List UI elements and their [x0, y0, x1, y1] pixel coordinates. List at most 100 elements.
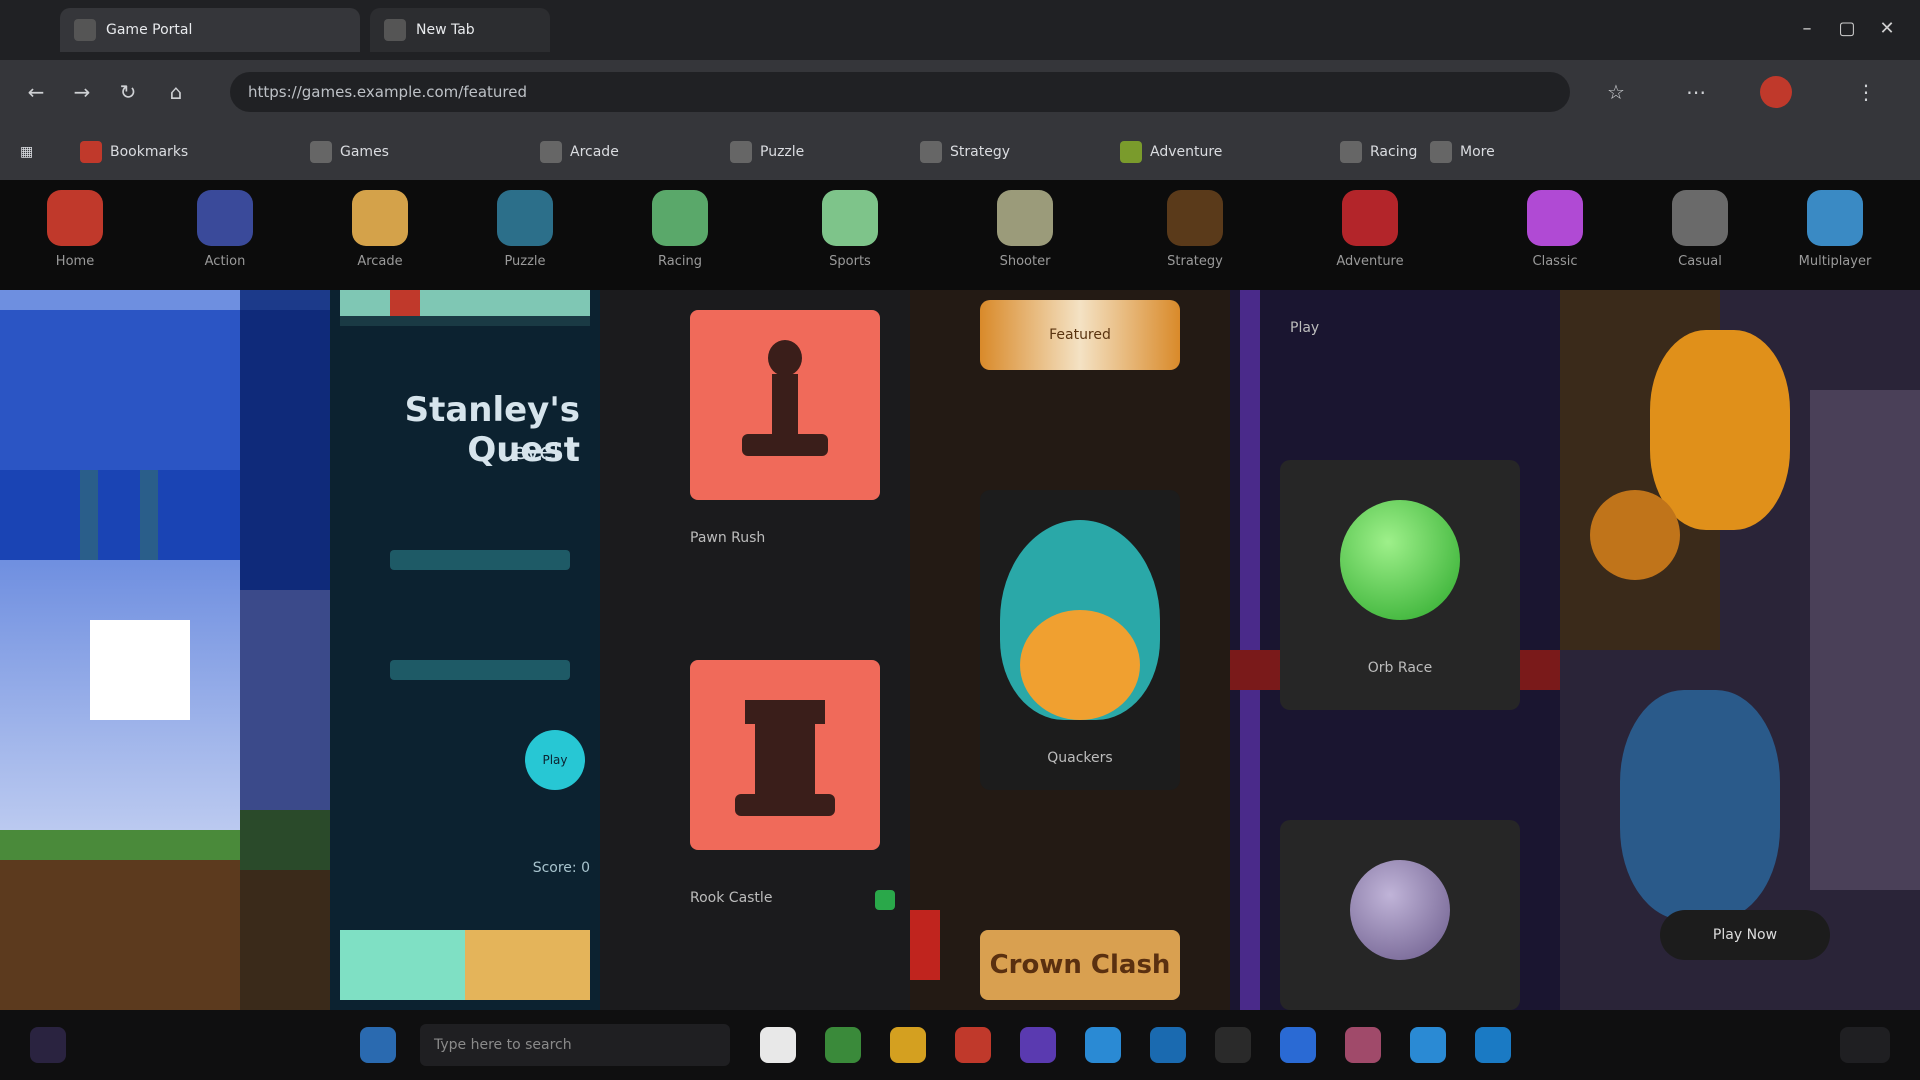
- tab-new[interactable]: New Tab: [370, 8, 550, 52]
- category-icon: [997, 190, 1053, 246]
- pawn-card[interactable]: [690, 310, 880, 500]
- bird-card[interactable]: Quackers: [980, 490, 1180, 790]
- apps-icon[interactable]: ▦: [20, 136, 33, 168]
- app-icon[interactable]: [1150, 1027, 1186, 1063]
- tab-favicon-icon: [74, 19, 96, 41]
- bookmarks-bar: ▦ Bookmarks Games Arcade Puzzle Strategy…: [0, 124, 1920, 181]
- app-icon[interactable]: [1085, 1027, 1121, 1063]
- bookmark-item[interactable]: Games: [310, 136, 389, 168]
- profile-avatar[interactable]: [1760, 76, 1792, 108]
- bookmark-item[interactable]: Puzzle: [730, 136, 804, 168]
- pawn-icon: [768, 340, 802, 376]
- app-icon[interactable]: [1345, 1027, 1381, 1063]
- home-icon[interactable]: ⌂: [160, 76, 192, 108]
- green-orb-icon: [1340, 500, 1460, 620]
- category-item[interactable]: Racing: [625, 190, 735, 269]
- reload-icon[interactable]: ↻: [112, 76, 144, 108]
- bookmark-favicon-icon: [1120, 141, 1142, 163]
- cloud-block: [90, 620, 190, 720]
- category-item[interactable]: Puzzle: [470, 190, 580, 269]
- extensions-icon[interactable]: ⋯: [1680, 76, 1712, 108]
- category-item[interactable]: Sports: [795, 190, 905, 269]
- bookmark-favicon-icon: [540, 141, 562, 163]
- forward-icon[interactable]: →: [66, 76, 98, 108]
- bookmark-item[interactable]: Adventure: [1120, 136, 1222, 168]
- bookmark-item[interactable]: Arcade: [540, 136, 619, 168]
- featured-banner: Featured: [980, 300, 1180, 370]
- app-icon[interactable]: [825, 1027, 861, 1063]
- category-item[interactable]: Classic: [1500, 190, 1610, 269]
- app-icon[interactable]: [760, 1027, 796, 1063]
- platformer-game-panel[interactable]: [0, 290, 240, 1010]
- app-icon[interactable]: [1215, 1027, 1251, 1063]
- app-icon[interactable]: [1410, 1027, 1446, 1063]
- orb-card[interactable]: Orb Race: [1280, 460, 1520, 710]
- category-item[interactable]: Adventure: [1315, 190, 1425, 269]
- character-portrait: [1620, 690, 1780, 920]
- app-icon[interactable]: [1475, 1027, 1511, 1063]
- category-item[interactable]: Shooter: [970, 190, 1080, 269]
- app-icon[interactable]: [360, 1027, 396, 1063]
- start-icon[interactable]: [30, 1027, 66, 1063]
- bird-label: Quackers: [1047, 750, 1113, 766]
- taskbar: Type here to search: [0, 1010, 1920, 1080]
- maximize-icon[interactable]: ▢: [1830, 14, 1864, 44]
- close-icon[interactable]: ✕: [1870, 14, 1904, 44]
- category-icon: [1527, 190, 1583, 246]
- bookmark-favicon-icon: [1430, 141, 1452, 163]
- chess-game-panel[interactable]: Pawn Rush Rook Castle: [600, 290, 910, 1010]
- orb-game-panel[interactable]: Play Orb Race: [1230, 290, 1560, 1010]
- orb-play-label[interactable]: Play: [1290, 320, 1490, 336]
- rook-label: Rook Castle: [690, 890, 773, 906]
- notification-icon[interactable]: [1840, 1027, 1890, 1063]
- category-item[interactable]: Home: [20, 190, 130, 269]
- puzzle-game-panel[interactable]: Stanley's Quest Level 1 Play Score: 0: [330, 290, 600, 1010]
- star-icon[interactable]: ☆: [1600, 76, 1632, 108]
- category-icon: [352, 190, 408, 246]
- game-category-bar: Home Action Arcade Puzzle Racing Sports …: [0, 180, 1920, 290]
- app-icon[interactable]: [1280, 1027, 1316, 1063]
- minimize-icon[interactable]: –: [1790, 14, 1824, 44]
- category-item[interactable]: Arcade: [325, 190, 435, 269]
- tab-active[interactable]: Game Portal: [60, 8, 360, 52]
- app-icon[interactable]: [1020, 1027, 1056, 1063]
- bookmark-item[interactable]: Bookmarks: [80, 136, 188, 168]
- character-portrait: [1650, 330, 1790, 530]
- play-now-button[interactable]: Play Now: [1660, 910, 1830, 960]
- bird-game-panel[interactable]: Featured Quackers Crown Clash: [910, 290, 1230, 1010]
- bookmark-item[interactable]: Strategy: [920, 136, 1010, 168]
- bookmark-favicon-icon: [1340, 141, 1362, 163]
- category-icon: [1672, 190, 1728, 246]
- browser-toolbar: ← → ↻ ⌂ https://games.example.com/featur…: [0, 60, 1920, 124]
- bookmark-item[interactable]: Racing: [1340, 136, 1417, 168]
- category-item[interactable]: Action: [170, 190, 280, 269]
- tab-favicon-icon: [384, 19, 406, 41]
- category-item[interactable]: Multiplayer: [1780, 190, 1890, 269]
- category-icon: [1342, 190, 1398, 246]
- back-icon[interactable]: ←: [20, 76, 52, 108]
- stone-icon: [1350, 860, 1450, 960]
- bookmark-favicon-icon: [310, 141, 332, 163]
- bookmark-favicon-icon: [920, 141, 942, 163]
- category-icon: [822, 190, 878, 246]
- tab-title: New Tab: [416, 22, 475, 38]
- fantasy-game-panel[interactable]: Play Now: [1560, 290, 1920, 1010]
- app-icon[interactable]: [890, 1027, 926, 1063]
- address-bar[interactable]: https://games.example.com/featured: [230, 72, 1570, 112]
- taskbar-search-input[interactable]: Type here to search: [420, 1024, 730, 1066]
- app-icon[interactable]: [955, 1027, 991, 1063]
- crown-clash-banner[interactable]: Crown Clash: [980, 930, 1180, 1000]
- rock-card[interactable]: [1280, 820, 1520, 1010]
- category-item[interactable]: Casual: [1645, 190, 1755, 269]
- category-item[interactable]: Strategy: [1140, 190, 1250, 269]
- status-badge: [875, 890, 895, 910]
- menu-icon[interactable]: ⋮: [1850, 76, 1882, 108]
- rook-icon: [745, 700, 825, 724]
- rook-card[interactable]: [690, 660, 880, 850]
- bookmark-item[interactable]: More: [1430, 136, 1495, 168]
- puzzle-play-button[interactable]: Play: [525, 730, 585, 790]
- category-icon: [197, 190, 253, 246]
- puzzle-subtitle: Level 1: [500, 440, 580, 465]
- bookmark-favicon-icon: [80, 141, 102, 163]
- character-portrait: [1590, 490, 1680, 580]
